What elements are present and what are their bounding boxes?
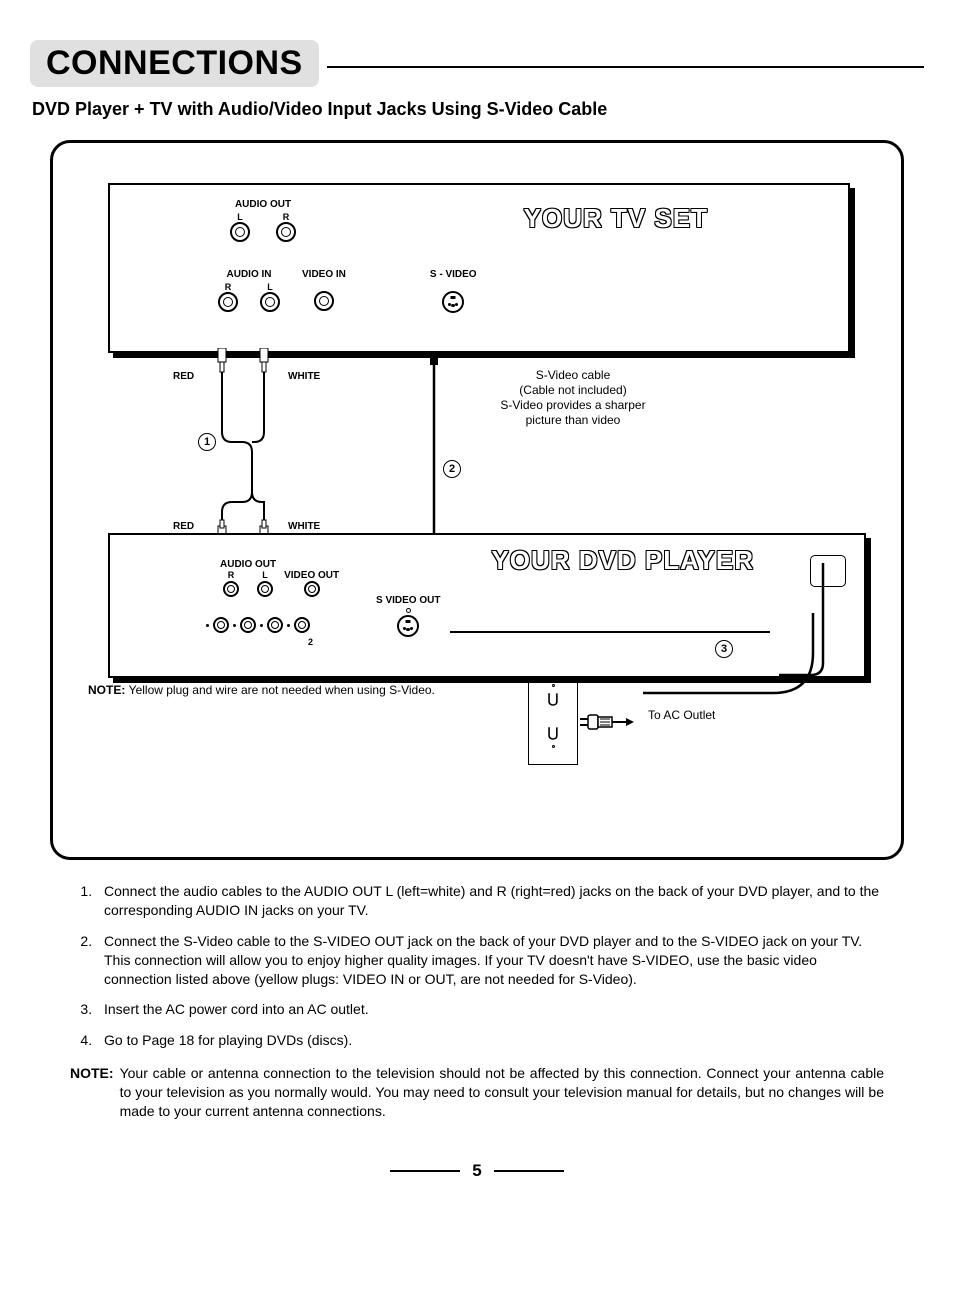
dvd-jack-row2-4: [294, 617, 310, 633]
audio-out-label: AUDIO OUT: [230, 199, 296, 210]
dvd-audio-out-label: AUDIO OUT: [220, 559, 276, 570]
audio-in-label: AUDIO IN: [218, 269, 280, 280]
dvd-svideo-out-label: S VIDEO OUT: [376, 595, 440, 606]
page-footer: 5: [30, 1161, 924, 1181]
dvd-title: YOUR DVD PLAYER: [491, 545, 754, 576]
red-label-bottom: RED: [173, 521, 194, 532]
svideo-in-jack: [442, 291, 464, 313]
diagram-note-prefix: NOTE:: [88, 683, 129, 697]
page-title: CONNECTIONS: [30, 40, 319, 87]
tv-title: YOUR TV SET: [524, 203, 708, 234]
instructions-note-text: Your cable or antenna connection to the …: [120, 1064, 884, 1121]
dvd-audio-l-lbl: L: [257, 570, 273, 580]
marker-2: 2: [443, 460, 461, 478]
instructions-block: Connect the audio cables to the AUDIO OU…: [70, 882, 884, 1121]
svideo-cable-note: S-Video cable (Cable not included) S-Vid…: [468, 368, 678, 428]
page-subtitle: DVD Player + TV with Audio/Video Input J…: [32, 99, 922, 120]
instruction-4: Go to Page 18 for playing DVDs (discs).: [96, 1031, 884, 1050]
power-wire: [633, 613, 833, 733]
video-in-label: VIDEO IN: [302, 269, 346, 280]
instruction-2: Connect the S-Video cable to the S-VIDEO…: [96, 932, 884, 989]
instruction-1: Connect the audio cables to the AUDIO OU…: [96, 882, 884, 920]
dvd-jack-row2-2: [240, 617, 256, 633]
tv-device: YOUR TV SET AUDIO OUT L R AUDIO IN: [108, 183, 850, 353]
dvd-audio-r-lbl: R: [223, 570, 239, 580]
diagram-note: NOTE: Yellow plug and wire are not neede…: [88, 683, 435, 697]
instructions-note: NOTE: Your cable or antenna connection t…: [70, 1064, 884, 1121]
dvd-jack-row2-3: [267, 617, 283, 633]
ac-plug-icon: [580, 711, 640, 735]
title-rule: [327, 66, 924, 68]
svideo-note-l3: S-Video provides a sharper: [468, 398, 678, 413]
dvd-audio-r-1: [223, 581, 239, 597]
audio-in-r-jack: [218, 292, 238, 312]
video-in-jack: [314, 291, 334, 311]
white-label-bottom: WHITE: [288, 521, 320, 532]
dvd-video-out-label: VIDEO OUT: [284, 571, 339, 580]
page-number: 5: [472, 1161, 481, 1181]
marker-1: 1: [198, 433, 216, 451]
svideo-label: S - VIDEO: [430, 269, 477, 280]
dvd-svideo-out-jack: [397, 615, 419, 637]
audio-in-l-jack: [260, 292, 280, 312]
svideo-note-l4: picture than video: [468, 413, 678, 428]
audio-in-l-lbl: L: [260, 282, 280, 292]
audio-out-r-lbl: R: [276, 212, 296, 222]
footer-dash-right: [494, 1170, 564, 1172]
audio-in-r-lbl: R: [218, 282, 238, 292]
dvd-jack-row2-1: [213, 617, 229, 633]
audio-out-l-jack: [230, 222, 250, 242]
dvd-row2-label: 2: [308, 637, 313, 647]
svideo-note-l2: (Cable not included): [468, 383, 678, 398]
instructions-note-label: NOTE:: [70, 1064, 114, 1121]
wall-outlet: ⋃ ⋃: [528, 679, 578, 765]
diagram-note-text: Yellow plug and wire are not needed when…: [129, 683, 435, 697]
dvd-video-out-1: [304, 581, 320, 597]
white-label-top: WHITE: [288, 371, 320, 382]
connection-diagram: YOUR TV SET AUDIO OUT L R AUDIO IN: [50, 140, 904, 860]
audio-out-r-jack: [276, 222, 296, 242]
instruction-3: Insert the AC power cord into an AC outl…: [96, 1000, 884, 1019]
footer-dash-left: [390, 1170, 460, 1172]
audio-out-l-lbl: L: [230, 212, 250, 222]
svideo-note-l1: S-Video cable: [468, 368, 678, 383]
dvd-audio-l-1: [257, 581, 273, 597]
red-label-top: RED: [173, 371, 194, 382]
